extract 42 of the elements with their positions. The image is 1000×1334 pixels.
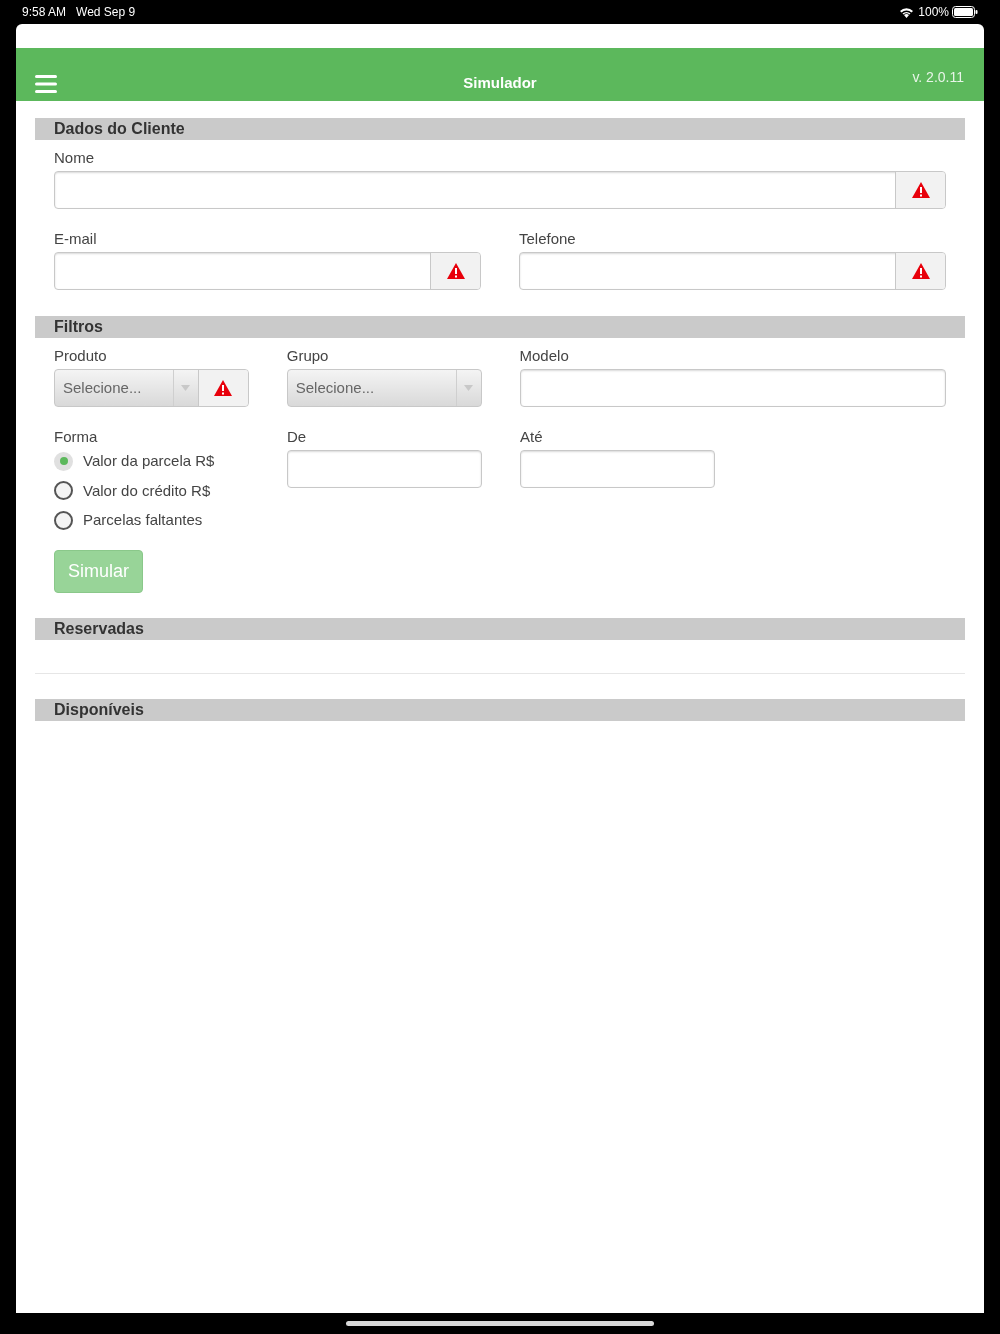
caret-icon (464, 385, 474, 391)
warning-icon (445, 262, 466, 280)
header-title: Simulador (463, 72, 537, 93)
version-label: v. 2.0.11 (912, 68, 964, 87)
field-label: Telefone (519, 229, 577, 249)
field-label: Nome (54, 148, 95, 168)
text-field[interactable] (287, 450, 482, 488)
section-header: Disponíveis (35, 698, 965, 721)
field-label: Forma (54, 427, 99, 447)
warning-button[interactable] (895, 253, 945, 289)
field-label: De (287, 427, 308, 447)
text-field[interactable] (54, 171, 946, 209)
radio-button[interactable] (54, 510, 73, 530)
radio-button[interactable] (54, 451, 73, 471)
radio-label: Valor do crédito R$ (83, 480, 211, 501)
warning-button[interactable] (430, 253, 480, 289)
radio-label: Valor da parcela R$ (83, 451, 215, 471)
warning-button[interactable] (895, 172, 945, 208)
field-label: Produto (54, 346, 108, 366)
text-field[interactable] (520, 450, 715, 488)
warning-icon (910, 181, 931, 199)
status-time: 9:58 AM (22, 4, 67, 21)
text-field[interactable] (519, 252, 946, 290)
select-placeholder: Selecione... (294, 377, 376, 398)
menu-icon[interactable] (35, 75, 57, 93)
section-header: Reservadas (35, 617, 965, 640)
section-header: Filtros (35, 316, 965, 338)
radio-button[interactable] (54, 481, 73, 501)
section-header: Dados do Cliente (35, 118, 965, 140)
field-label: Grupo (286, 346, 330, 366)
warning-icon (910, 262, 931, 280)
select-dropdown[interactable]: Selecione... (287, 370, 481, 406)
wifi-icon (899, 6, 915, 18)
field-label: Modelo (519, 346, 570, 366)
battery-icon (952, 6, 978, 18)
radio-label: Parcelas faltantes (83, 510, 203, 530)
field-label: Até (520, 427, 544, 447)
text-field[interactable] (54, 252, 481, 290)
battery-percent: 100% (918, 4, 949, 21)
field-label: E-mail (54, 229, 98, 249)
status-date: Wed Sep 9 (76, 4, 136, 21)
text-field[interactable] (519, 369, 946, 407)
